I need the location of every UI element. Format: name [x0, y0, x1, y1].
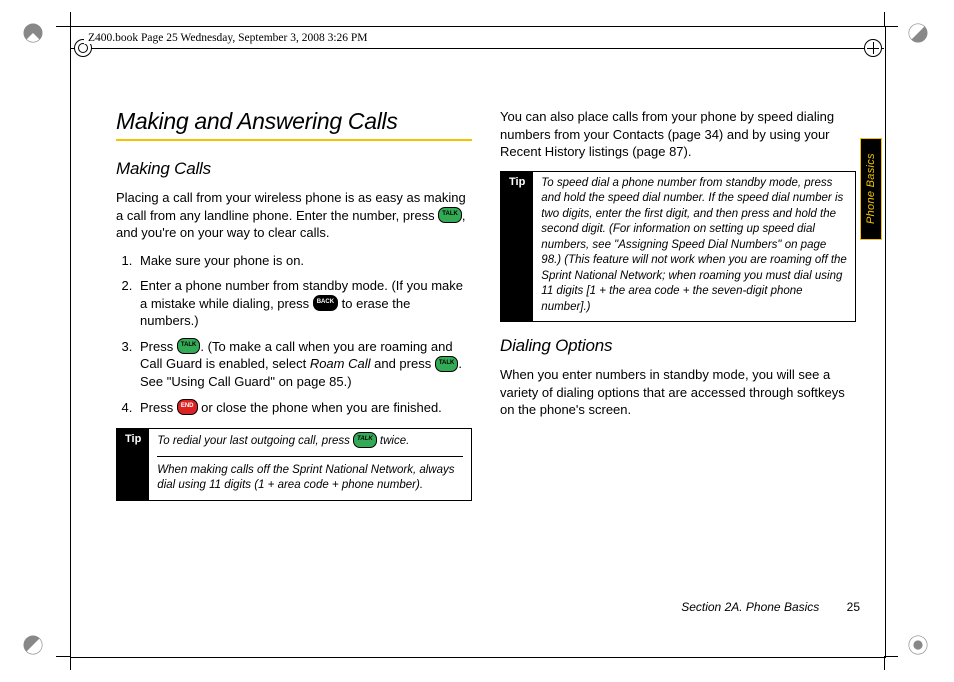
- header-rule: [70, 48, 884, 49]
- left-column: Making and Answering Calls Making Calls …: [116, 108, 472, 515]
- text: and press: [371, 356, 435, 371]
- page-content: Making and Answering Calls Making Calls …: [116, 108, 856, 515]
- tip-row: To redial your last outgoing call, press…: [157, 433, 463, 450]
- page-number: 25: [847, 600, 860, 614]
- text: Placing a call from your wireless phone …: [116, 190, 466, 223]
- title-underline: [116, 139, 472, 141]
- step-1: Make sure your phone is on.: [136, 252, 472, 270]
- talk-key-icon: TALK: [177, 338, 201, 354]
- tip-label: Tip: [117, 429, 149, 500]
- registration-mark-icon: [22, 634, 44, 656]
- tip-label: Tip: [501, 172, 533, 322]
- section-tab: Phone Basics: [860, 138, 882, 240]
- text: Press: [140, 339, 177, 354]
- crop-tick: [884, 656, 885, 670]
- crop-tick: [56, 656, 70, 657]
- step-2: Enter a phone number from standby mode. …: [136, 277, 472, 330]
- talk-key-icon: TALK: [438, 207, 462, 223]
- text: To redial your last outgoing call, press: [157, 435, 353, 447]
- crop-tick: [884, 656, 898, 657]
- crop-tick: [884, 12, 885, 26]
- text: Press: [140, 400, 177, 415]
- text: Enter a phone number from standby mode. …: [140, 278, 463, 311]
- running-header: Z400.book Page 25 Wednesday, September 3…: [84, 32, 372, 44]
- tip-row: When making calls off the Sprint Nationa…: [157, 456, 463, 494]
- page-footer: Section 2A. Phone Basics 25: [500, 600, 860, 614]
- tip-body: To redial your last outgoing call, press…: [149, 429, 471, 500]
- text: Make sure your phone is on.: [140, 253, 304, 268]
- speed-dial-paragraph: You can also place calls from your phone…: [500, 108, 856, 161]
- steps-list: Make sure your phone is on. Enter a phon…: [116, 252, 472, 416]
- crop-tick: [70, 12, 71, 26]
- crop-tick: [884, 26, 898, 27]
- intro-paragraph: Placing a call from your wireless phone …: [116, 189, 472, 242]
- footer-section: Section 2A. Phone Basics: [681, 600, 819, 614]
- registration-mark-icon: [22, 22, 44, 44]
- tip-box-speed-dial: Tip To speed dial a phone number from st…: [500, 171, 856, 323]
- back-key-icon: BACK: [313, 295, 338, 311]
- registration-mark-icon: [907, 634, 929, 656]
- text: twice.: [377, 435, 410, 447]
- section-heading-dialing-options: Dialing Options: [500, 336, 856, 356]
- section-heading-making-calls: Making Calls: [116, 159, 472, 179]
- crop-tick: [70, 656, 71, 670]
- text: or close the phone when you are finished…: [198, 400, 442, 415]
- tip-box-redial: Tip To redial your last outgoing call, p…: [116, 428, 472, 501]
- step-4: Press END or close the phone when you ar…: [136, 399, 472, 417]
- talk-key-icon: TALK: [353, 432, 377, 448]
- right-column: You can also place calls from your phone…: [500, 108, 856, 515]
- registration-mark-icon: [907, 22, 929, 44]
- end-key-icon: END: [177, 399, 198, 415]
- tip-row: To speed dial a phone number from standb…: [541, 176, 847, 316]
- tip-body: To speed dial a phone number from standb…: [533, 172, 855, 322]
- crop-tick: [56, 26, 70, 27]
- dialing-options-paragraph: When you enter numbers in standby mode, …: [500, 366, 856, 419]
- binding-cross-icon: [864, 39, 882, 57]
- step-3: Press TALK. (To make a call when you are…: [136, 338, 472, 391]
- roam-call-label: Roam Call: [310, 356, 371, 371]
- talk-key-icon: TALK: [435, 356, 459, 372]
- page-title: Making and Answering Calls: [116, 108, 472, 135]
